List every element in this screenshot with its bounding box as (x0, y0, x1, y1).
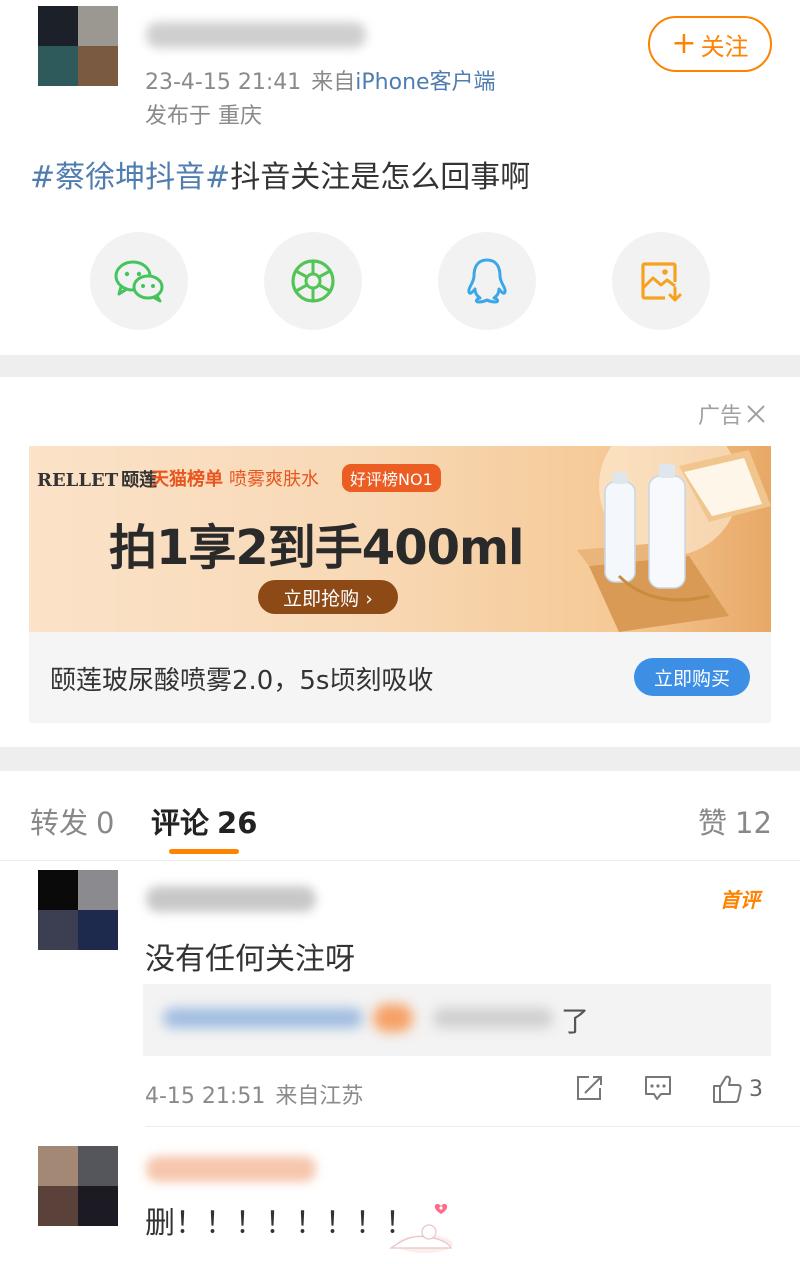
from-label: 来自 (311, 70, 356, 95)
tab-comments-label: 评论 (151, 806, 210, 840)
tab-comments[interactable]: 评论 26 (151, 800, 257, 842)
hashtag-link[interactable]: #蔡徐坤抖音# (30, 160, 230, 195)
post-body: 抖音关注是怎么回事啊 (230, 160, 531, 195)
cat-sticker-icon (389, 1203, 453, 1253)
comment-text: 没有任何关注呀 (145, 942, 355, 977)
share-qq-button[interactable] (438, 232, 536, 330)
tab-repost-label: 转发 (30, 806, 89, 840)
tab-comments-count: 26 (217, 806, 258, 840)
close-icon (747, 405, 765, 423)
avatar-tile (78, 1186, 118, 1226)
avatar-tile (78, 910, 118, 950)
wechat-icon (114, 260, 164, 303)
qq-icon (467, 258, 507, 304)
comment-text: 删！！！！！！！！ (145, 1206, 415, 1241)
comment-like-count: 3 (749, 1076, 763, 1102)
first-comment-badge: 首评 (720, 888, 760, 912)
avatar-tile (78, 46, 118, 86)
ad-card: 广告 RELLET 颐莲 天猫榜单 喷雾爽肤水 好评榜NO1 拍1享2到手400ml… (0, 377, 800, 747)
avatar-tile (38, 910, 78, 950)
follow-label: 关注 (700, 32, 749, 61)
ad-cta-pill[interactable]: 立即抢购 › (258, 580, 398, 614)
active-tab-indicator (169, 849, 239, 854)
commenter-avatar[interactable] (38, 870, 118, 950)
post-text: #蔡徐坤抖音#抖音关注是怎么回事啊 (30, 152, 530, 196)
ad-brand: RELLET 颐莲 (37, 466, 157, 492)
post-time: 23-4-15 21:41 (145, 70, 302, 95)
share-moments-button[interactable] (264, 232, 362, 330)
reply-badge-blurred (373, 1004, 413, 1032)
repost-icon (577, 1076, 602, 1100)
author-name-blurred[interactable] (146, 22, 366, 48)
avatar-tile (78, 6, 118, 46)
ad-label: 广告 (697, 404, 742, 429)
share-wechat-button[interactable] (90, 232, 188, 330)
comment-icon (645, 1076, 671, 1100)
comment-from: 来自江苏 (275, 1084, 364, 1109)
reply-text-tail: 了 (561, 1005, 590, 1038)
commenter-name-blurred[interactable] (146, 1156, 316, 1182)
reply-preview[interactable]: 了 (143, 984, 771, 1056)
avatar-tile (38, 1146, 78, 1186)
ad-headline: 拍1享2到手400ml (109, 520, 524, 576)
tab-repost-count: 0 (96, 806, 115, 840)
tab-likes[interactable]: 赞 12 (698, 800, 772, 842)
ad-tmall-tagline: 天猫榜单 喷雾爽肤水 (151, 465, 319, 491)
ad-banner[interactable]: RELLET 颐莲 天猫榜单 喷雾爽肤水 好评榜NO1 拍1享2到手400ml 立即… (29, 446, 771, 632)
comment-divider (145, 1126, 800, 1127)
save-image-icon (641, 262, 682, 302)
commenter-name-blurred[interactable] (146, 886, 316, 912)
reply-text-blurred (433, 1008, 553, 1028)
author-avatar[interactable] (38, 6, 118, 86)
reply-comment-button[interactable] (643, 1074, 673, 1102)
brand-en: RELLET (37, 470, 119, 491)
ad-buy-button[interactable]: 立即购买 (634, 658, 750, 696)
share-save-image-button[interactable] (612, 232, 710, 330)
comment-item: 删！！！！！！！！ (0, 1128, 800, 1264)
comment-meta: 4-15 21:51 来自江苏 (145, 1078, 363, 1110)
post-location: 发布于 重庆 (145, 104, 262, 129)
ad-close-button[interactable]: 广告 (698, 398, 766, 430)
tmall-label: 天猫榜单 (151, 469, 223, 490)
post-client[interactable]: iPhone客户端 (355, 70, 495, 95)
comment-item: 首评 没有任何关注呀 了 4-15 21:51 来自江苏 3 (0, 862, 800, 1127)
interaction-tabs: 转发 0 评论 26 赞 12 (0, 771, 800, 861)
follow-button[interactable]: + 关注 (648, 16, 772, 72)
post-meta: 23-4-15 21:41 来自iPhone客户端 (145, 64, 496, 96)
commenter-avatar[interactable] (38, 1146, 118, 1226)
plus-icon: + (671, 26, 697, 61)
comment-time: 4-15 21:51 (145, 1084, 266, 1109)
tab-likes-count: 12 (735, 806, 772, 840)
thumbs-up-icon (713, 1075, 742, 1103)
ad-caption-bar[interactable]: 颐莲玻尿酸喷雾2.0，5s顷刻吸收 立即购买 (29, 632, 771, 723)
tab-likes-label: 赞 (698, 806, 728, 840)
ad-caption-text: 颐莲玻尿酸喷雾2.0，5s顷刻吸收 (50, 666, 434, 696)
tab-repost[interactable]: 转发 0 (30, 800, 114, 842)
reply-name-blurred (163, 1008, 363, 1028)
avatar-tile (38, 870, 78, 910)
avatar-tile (38, 46, 78, 86)
repost-comment-button[interactable] (575, 1074, 605, 1102)
avatar-tile (38, 1186, 78, 1226)
section-separator (0, 747, 800, 771)
moments-icon (291, 259, 335, 303)
tmall-product: 喷雾爽肤水 (229, 469, 319, 490)
ad-rank-badge: 好评榜NO1 (342, 464, 441, 492)
avatar-tile (78, 1146, 118, 1186)
section-separator (0, 355, 800, 377)
avatar-tile (78, 870, 118, 910)
avatar-tile (38, 6, 78, 46)
weibo-post: 23-4-15 21:41 来自iPhone客户端 发布于 重庆 + 关注 #蔡徐… (0, 0, 800, 355)
like-comment-button[interactable]: 3 (711, 1074, 763, 1104)
